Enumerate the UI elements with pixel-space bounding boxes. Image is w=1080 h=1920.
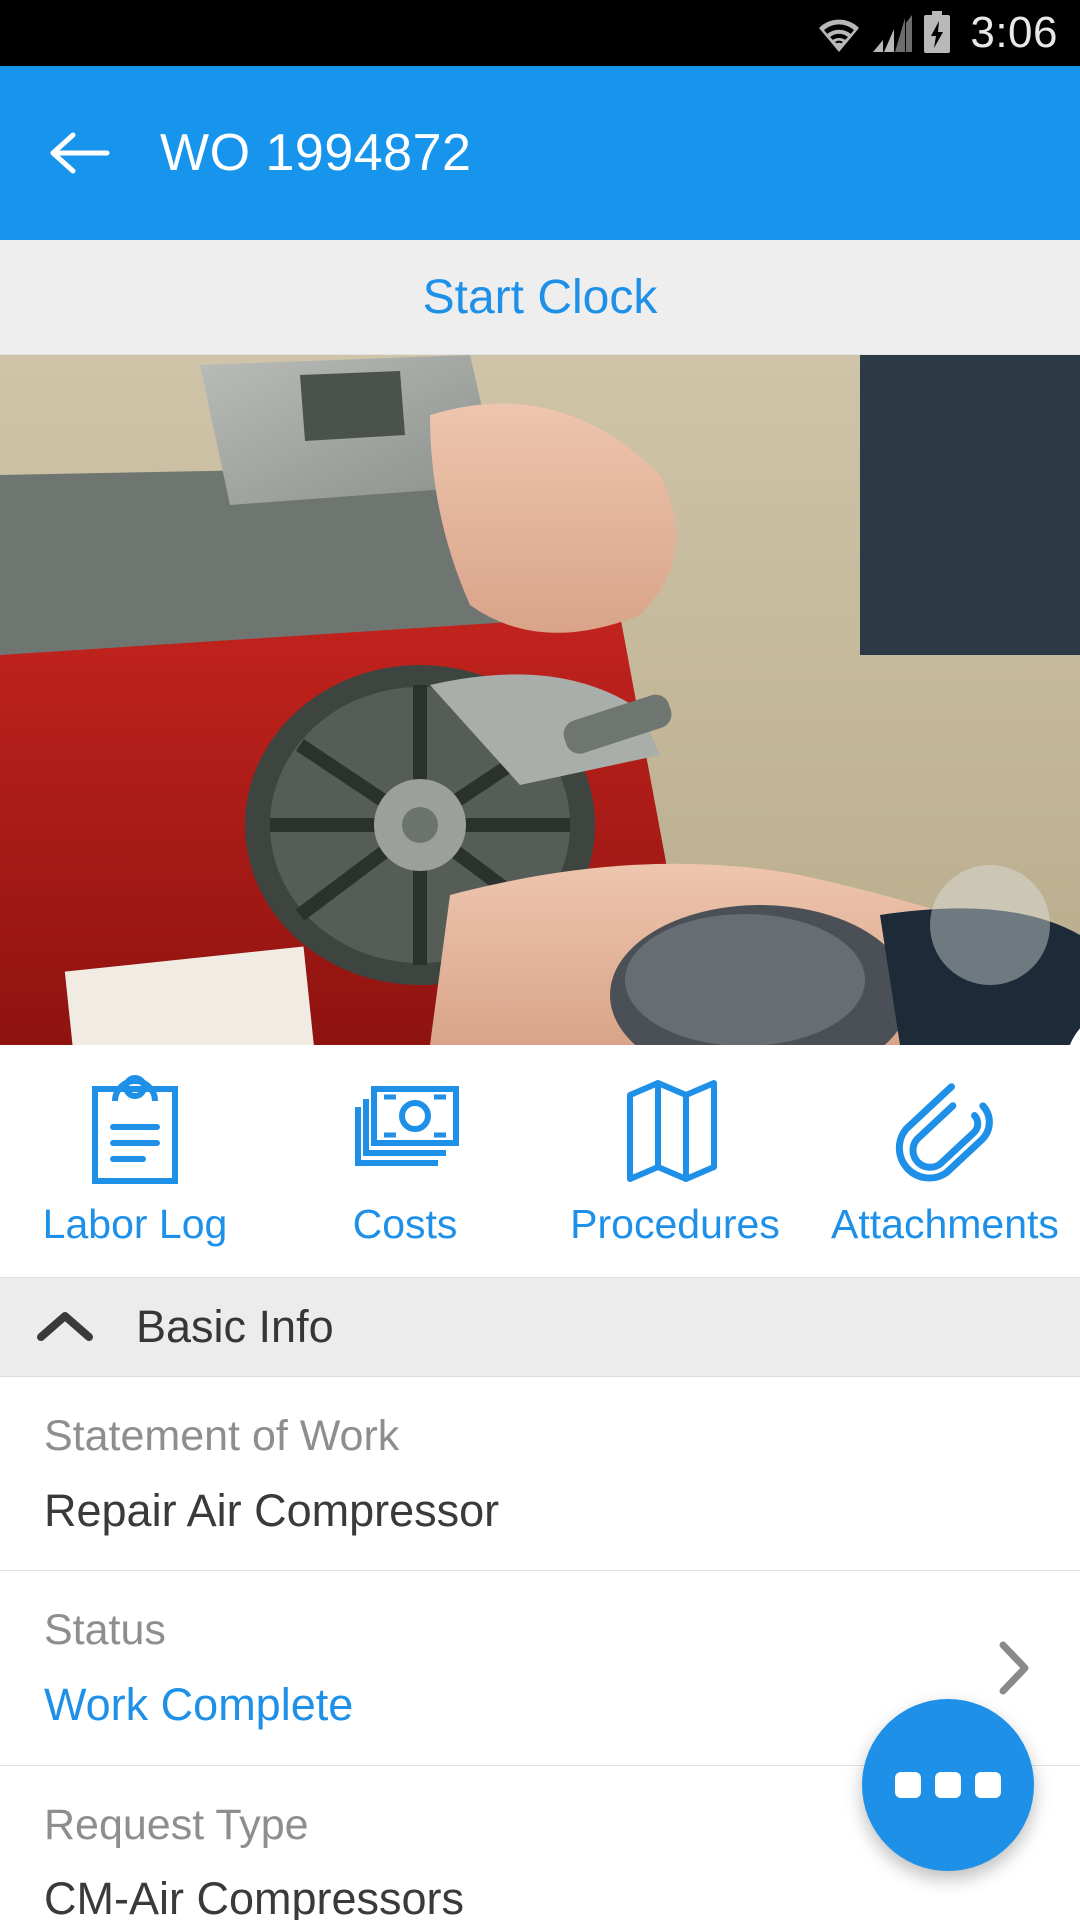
back-arrow-icon <box>50 132 110 174</box>
photo-image: MAN <box>0 355 1080 1045</box>
quick-actions-bar: Labor Log Costs Procedures Attachments <box>0 1045 1080 1277</box>
chevron-right-icon <box>994 1640 1034 1696</box>
overflow-dots-icon <box>975 1772 1001 1798</box>
cellular-signal-icon <box>873 15 913 52</box>
quick-action-costs[interactable]: Costs <box>270 1075 540 1248</box>
paperclip-icon <box>890 1075 1000 1187</box>
camera-icon <box>1069 1028 1080 1045</box>
quick-action-label: Procedures <box>570 1200 780 1247</box>
folded-map-icon <box>620 1075 730 1187</box>
start-clock-button[interactable]: Start Clock <box>0 240 1080 355</box>
work-order-screen: 3:06 WO 1994872 Start Clock Labor Log Co… <box>0 0 1080 1920</box>
field-row-statement-of-work[interactable]: Statement of Work Repair Air Compressor <box>0 1377 1080 1572</box>
back-button[interactable] <box>48 121 112 185</box>
quick-action-label: Costs <box>352 1200 458 1247</box>
quick-action-procedures[interactable]: Procedures <box>540 1075 810 1248</box>
field-label: Statement of Work <box>44 1412 400 1460</box>
quick-action-label: Attachments <box>831 1200 1059 1247</box>
chevron-up-icon <box>34 1309 96 1345</box>
field-value: Repair Air Compressor <box>44 1484 500 1536</box>
more-options-fab[interactable] <box>862 1699 1034 1871</box>
banknotes-icon <box>346 1075 464 1187</box>
status-bar-clock: 3:06 <box>970 8 1058 57</box>
battery-charging-icon <box>924 11 951 53</box>
page-title: WO 1994872 <box>160 124 472 182</box>
status-bar-icons <box>816 11 952 53</box>
overflow-dots-icon <box>935 1772 961 1798</box>
work-order-photo[interactable]: MAN <box>0 355 1080 1045</box>
clipboard-icon <box>85 1074 185 1187</box>
app-bar: WO 1994872 <box>0 66 1080 240</box>
wifi-icon <box>819 19 860 53</box>
take-photo-button[interactable] <box>930 865 1080 1045</box>
section-title: Basic Info <box>136 1301 334 1352</box>
status-bar: 3:06 <box>0 0 1080 66</box>
field-label: Status <box>44 1606 166 1655</box>
section-header-basic-info[interactable]: Basic Info <box>0 1277 1080 1377</box>
field-value: Work Complete <box>44 1678 354 1730</box>
quick-action-label: Labor Log <box>42 1200 228 1247</box>
quick-action-labor-log[interactable]: Labor Log <box>0 1074 270 1248</box>
start-clock-label: Start Clock <box>422 270 658 324</box>
overflow-dots-icon <box>895 1772 921 1798</box>
quick-action-attachments[interactable]: Attachments <box>810 1075 1080 1248</box>
field-value: CM-Air Compressors <box>44 1873 465 1920</box>
